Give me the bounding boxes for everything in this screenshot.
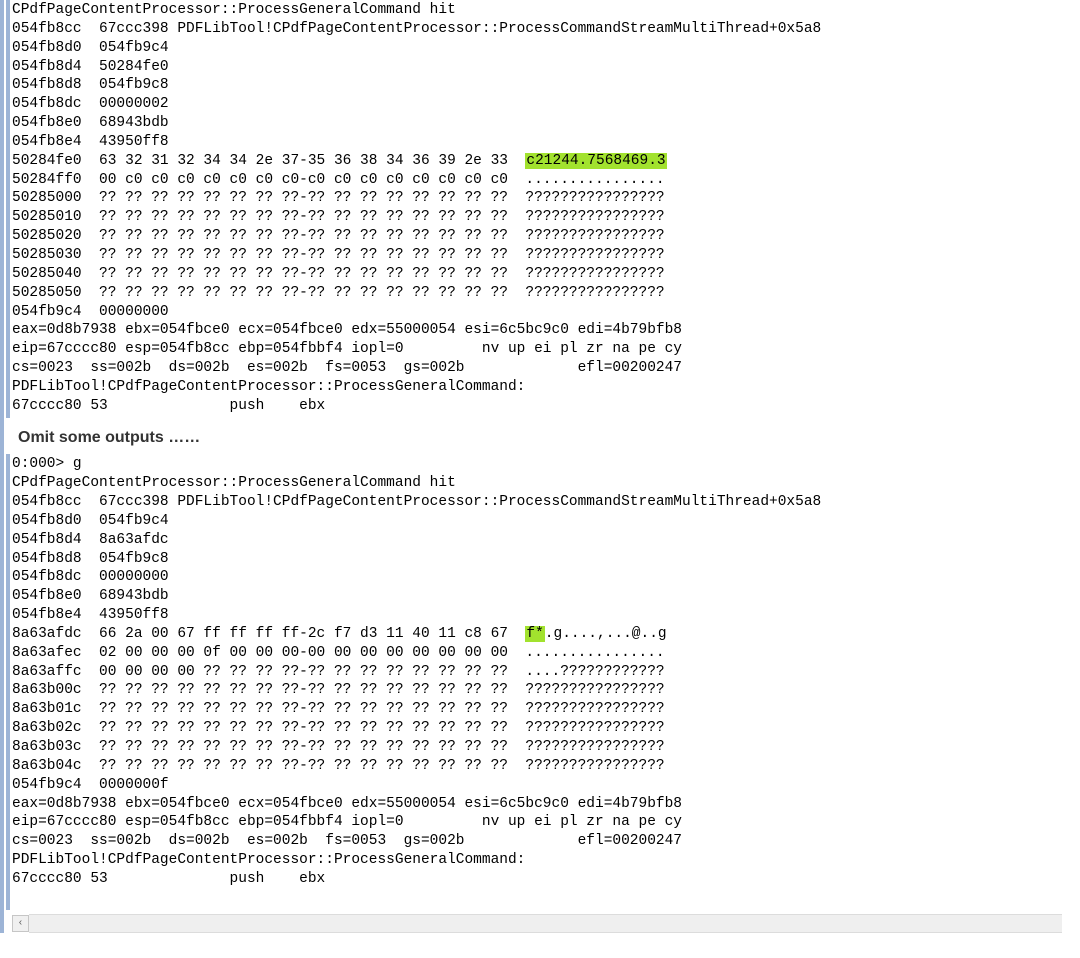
output-line: 67cccc80 53 push ebx xyxy=(12,397,1080,416)
output-line: 50284ff0 00 c0 c0 c0 c0 c0 c0 c0-c0 c0 c… xyxy=(12,171,1080,190)
output-line: 054fb8dc 00000002 xyxy=(12,95,1080,114)
output-line: 054fb8d4 8a63afdc xyxy=(12,531,1080,550)
output-line: 054fb8e4 43950ff8 xyxy=(12,606,1080,625)
output-line: 50285000 ?? ?? ?? ?? ?? ?? ?? ??-?? ?? ?… xyxy=(12,189,1080,208)
debugger-output-frame: CPdfPageContentProcessor::ProcessGeneral… xyxy=(0,0,1080,933)
output-line: CPdfPageContentProcessor::ProcessGeneral… xyxy=(12,1,1080,20)
output-line: eip=67cccc80 esp=054fb8cc ebp=054fbbf4 i… xyxy=(12,813,1080,832)
output-line xyxy=(12,889,1080,908)
output-line: 054fb9c4 00000000 xyxy=(12,303,1080,322)
output-line: 50285030 ?? ?? ?? ?? ?? ?? ?? ??-?? ?? ?… xyxy=(12,246,1080,265)
output-line: 054fb9c4 0000000f xyxy=(12,776,1080,795)
highlight-ascii: f* xyxy=(525,626,544,642)
output-line: eax=0d8b7938 ebx=054fbce0 ecx=054fbce0 e… xyxy=(12,321,1080,340)
scroll-track[interactable] xyxy=(29,914,1062,933)
output-line: 054fb8cc 67ccc398 PDFLibTool!CPdfPageCon… xyxy=(12,493,1080,512)
debugger-output-pane-2[interactable]: 0:000> gCPdfPageContentProcessor::Proces… xyxy=(6,454,1080,909)
horizontal-scrollbar[interactable]: ‹ xyxy=(12,914,1062,933)
output-line: 8a63b01c ?? ?? ?? ?? ?? ?? ?? ??-?? ?? ?… xyxy=(12,700,1080,719)
output-line: 8a63b00c ?? ?? ?? ?? ?? ?? ?? ??-?? ?? ?… xyxy=(12,681,1080,700)
output-line: 50285010 ?? ?? ?? ?? ?? ?? ?? ??-?? ?? ?… xyxy=(12,208,1080,227)
output-line: 50285020 ?? ?? ?? ?? ?? ?? ?? ??-?? ?? ?… xyxy=(12,227,1080,246)
chevron-left-icon: ‹ xyxy=(17,917,23,930)
output-line: 67cccc80 53 push ebx xyxy=(12,870,1080,889)
output-line: cs=0023 ss=002b ds=002b es=002b fs=0053 … xyxy=(12,359,1080,378)
output-line: eax=0d8b7938 ebx=054fbce0 ecx=054fbce0 e… xyxy=(12,795,1080,814)
output-line: 8a63afdc 66 2a 00 67 ff ff ff ff-2c f7 d… xyxy=(12,625,1080,644)
scroll-left-button[interactable]: ‹ xyxy=(12,915,29,932)
output-line: 8a63afec 02 00 00 00 0f 00 00 00-00 00 0… xyxy=(12,644,1080,663)
output-line: 8a63b04c ?? ?? ?? ?? ?? ?? ?? ??-?? ?? ?… xyxy=(12,757,1080,776)
output-line: 054fb8d0 054fb9c4 xyxy=(12,39,1080,58)
output-line: 054fb8d4 50284fe0 xyxy=(12,58,1080,77)
output-line: 054fb8e0 68943bdb xyxy=(12,587,1080,606)
debugger-output-pane-1[interactable]: CPdfPageContentProcessor::ProcessGeneral… xyxy=(6,0,1080,418)
output-line: 8a63b02c ?? ?? ?? ?? ?? ?? ?? ??-?? ?? ?… xyxy=(12,719,1080,738)
output-line: 054fb8e4 43950ff8 xyxy=(12,133,1080,152)
output-line: eip=67cccc80 esp=054fb8cc ebp=054fbbf4 i… xyxy=(12,340,1080,359)
output-line: CPdfPageContentProcessor::ProcessGeneral… xyxy=(12,474,1080,493)
output-line: 054fb8d0 054fb9c4 xyxy=(12,512,1080,531)
output-line: 054fb8e0 68943bdb xyxy=(12,114,1080,133)
output-line: 054fb8dc 00000000 xyxy=(12,568,1080,587)
highlight-ascii: c21244.7568469.3 xyxy=(525,153,666,169)
output-line: 054fb8cc 67ccc398 PDFLibTool!CPdfPageCon… xyxy=(12,20,1080,39)
output-line: 0:000> g xyxy=(12,455,1080,474)
output-line: 8a63b03c ?? ?? ?? ?? ?? ?? ?? ??-?? ?? ?… xyxy=(12,738,1080,757)
output-line: PDFLibTool!CPdfPageContentProcessor::Pro… xyxy=(12,378,1080,397)
output-line: 50285050 ?? ?? ?? ?? ?? ?? ?? ??-?? ?? ?… xyxy=(12,284,1080,303)
output-line: 50285040 ?? ?? ?? ?? ?? ?? ?? ??-?? ?? ?… xyxy=(12,265,1080,284)
omit-note: Omit some outputs …… xyxy=(6,418,1080,455)
output-line: 054fb8d8 054fb9c8 xyxy=(12,76,1080,95)
output-line: cs=0023 ss=002b ds=002b es=002b fs=0053 … xyxy=(12,832,1080,851)
output-line: 054fb8d8 054fb9c8 xyxy=(12,550,1080,569)
output-line: 50284fe0 63 32 31 32 34 34 2e 37-35 36 3… xyxy=(12,152,1080,171)
output-line: 8a63affc 00 00 00 00 ?? ?? ?? ??-?? ?? ?… xyxy=(12,663,1080,682)
output-line: PDFLibTool!CPdfPageContentProcessor::Pro… xyxy=(12,851,1080,870)
